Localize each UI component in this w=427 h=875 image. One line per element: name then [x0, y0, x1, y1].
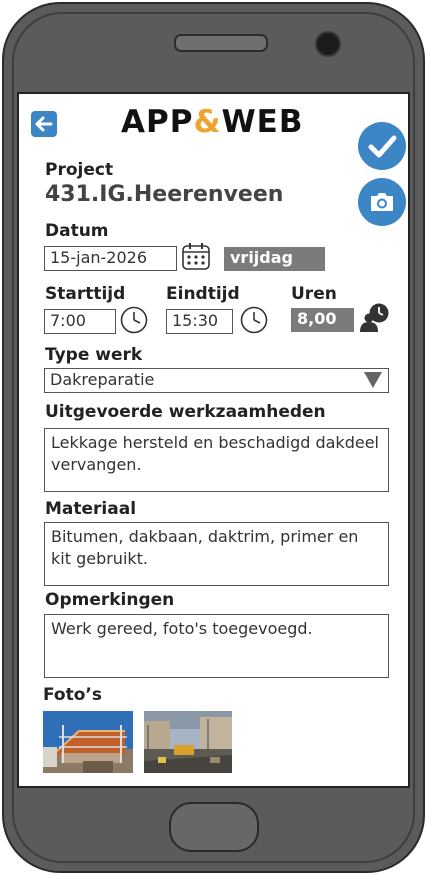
logo-text-app: APP — [121, 104, 194, 140]
work-done-textarea[interactable]: Lekkage hersteld en beschadigd dakdeel v… — [44, 428, 389, 492]
calendar-icon — [182, 243, 210, 270]
work-type-select[interactable]: Dakreparatie — [44, 368, 389, 393]
date-picker-button[interactable] — [181, 241, 211, 271]
hours-field: 8,00 — [291, 308, 354, 332]
clock-icon — [120, 306, 148, 334]
start-time-label: Starttijd — [45, 284, 126, 304]
add-photo-button[interactable] — [358, 178, 406, 226]
app-logo: APP&WEB — [121, 104, 303, 140]
home-button[interactable] — [169, 802, 259, 852]
logo-ampersand: & — [193, 104, 222, 140]
checkmark-icon — [368, 135, 397, 158]
material-label: Materiaal — [45, 499, 137, 519]
work-type-value: Dakreparatie — [50, 370, 155, 389]
date-field[interactable]: 15-jan-2026 — [44, 246, 177, 271]
back-arrow-icon — [35, 116, 53, 132]
hours-label: Uren — [291, 284, 337, 304]
remarks-textarea[interactable]: Werk gereed, foto's toegevoegd. — [44, 614, 389, 678]
back-button[interactable] — [31, 111, 57, 137]
speaker-grille — [174, 34, 268, 52]
photo-thumbnail[interactable] — [144, 711, 232, 773]
project-name: 431.IG.Heerenveen — [45, 182, 284, 207]
remarks-label: Opmerkingen — [45, 590, 175, 610]
end-time-field[interactable]: 15:30 — [166, 309, 233, 334]
camera-icon — [371, 193, 393, 211]
photos-label: Foto’s — [43, 685, 102, 705]
front-camera — [315, 31, 341, 57]
logo-text-web: WEB — [221, 104, 304, 140]
date-label: Datum — [45, 221, 109, 241]
app-screen: APP&WEB Project 431.IG.Heerenveen Datum … — [17, 92, 410, 788]
material-textarea[interactable]: Bitumen, dakbaan, daktrim, primer en kit… — [44, 522, 389, 586]
work-done-label: Uitgevoerde werkzaamheden — [45, 402, 326, 422]
end-time-label: Eindtijd — [166, 284, 240, 304]
clock-icon — [240, 306, 268, 334]
dropdown-triangle-icon[interactable] — [364, 372, 382, 388]
project-label: Project — [45, 160, 114, 180]
work-type-label: Type werk — [45, 345, 143, 365]
user-clock-icon — [358, 301, 390, 333]
start-time-picker-button[interactable] — [119, 305, 149, 335]
start-time-field[interactable]: 7:00 — [44, 309, 116, 334]
save-button[interactable] — [358, 122, 406, 170]
weekday-field: vrijdag — [224, 247, 325, 271]
photo-thumbnail[interactable] — [43, 711, 133, 773]
end-time-picker-button[interactable] — [239, 305, 269, 335]
